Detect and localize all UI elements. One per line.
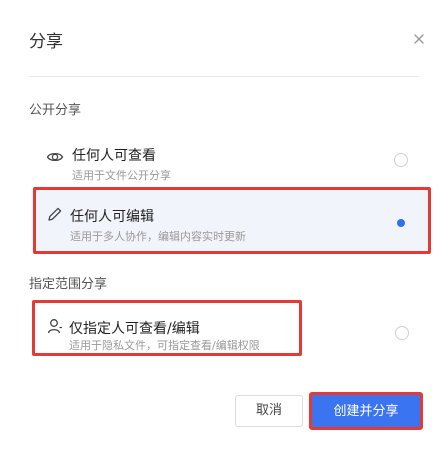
eye-icon [46, 148, 64, 166]
radio-specific-people[interactable] [395, 326, 409, 340]
create-and-share-label: 创建并分享 [312, 395, 420, 427]
option-anyone-edit[interactable]: 任何人可编辑 适用于多人协作，编辑内容实时更新 [33, 187, 431, 254]
dialog-title: 分享 [29, 32, 63, 52]
option-specific-people[interactable]: 仅指定人可查看/编辑 适用于隐私文件，可指定查看/编辑权限 [32, 300, 302, 356]
user-icon [46, 317, 64, 335]
option-title: 任何人可编辑 [70, 209, 154, 225]
pencil-icon [46, 205, 64, 223]
radio-anyone-edit[interactable] [394, 216, 408, 230]
option-title: 任何人可查看 [72, 148, 156, 164]
section-label-scope: 指定范围分享 [29, 277, 108, 292]
option-subtitle: 适用于多人协作，编辑内容实时更新 [70, 230, 246, 243]
section-label-public: 公开分享 [29, 103, 82, 118]
radio-anyone-view[interactable] [394, 153, 408, 167]
option-subtitle: 适用于隐私文件，可指定查看/编辑权限 [69, 339, 260, 352]
option-title: 仅指定人可查看/编辑 [69, 321, 200, 337]
option-subtitle: 适用于文件公开分享 [72, 169, 171, 182]
title-divider [29, 76, 419, 77]
option-anyone-view[interactable]: 任何人可查看 适用于文件公开分享 [37, 134, 427, 190]
create-and-share-button[interactable]: 创建并分享 [309, 392, 423, 430]
close-button[interactable] [410, 30, 428, 48]
cancel-button[interactable]: 取消 [235, 395, 303, 427]
close-icon [414, 34, 424, 44]
